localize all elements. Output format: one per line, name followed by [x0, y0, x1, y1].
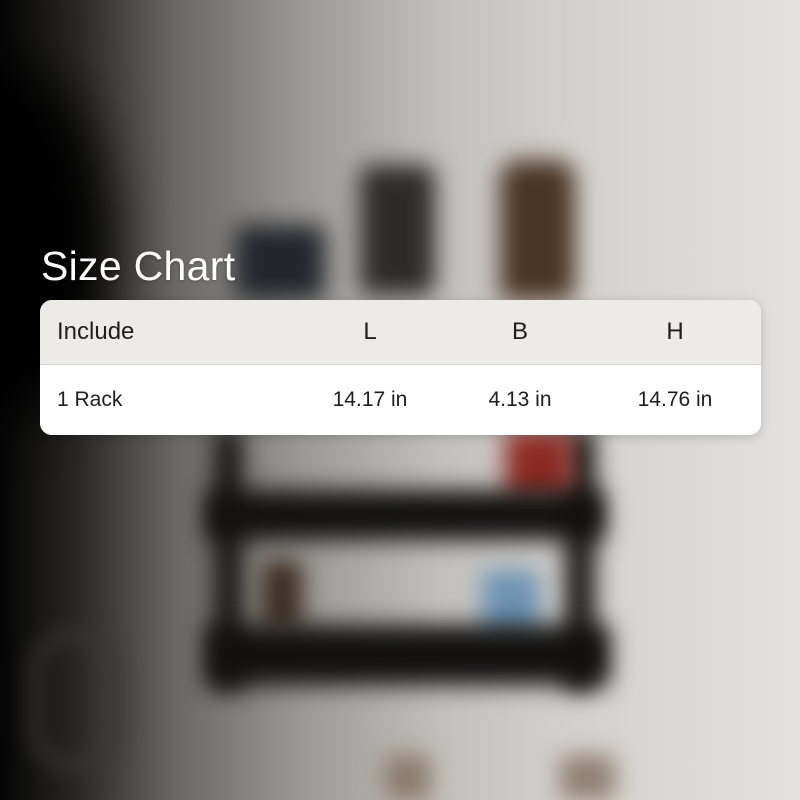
- header-breadth: B: [511, 318, 528, 345]
- table-row: 1 Rack 14.17 in 4.13 in 14.76 in: [40, 365, 761, 435]
- blurred-small-bottle: [262, 560, 302, 630]
- header-height: H: [666, 318, 684, 345]
- blurred-bottle: [500, 160, 575, 300]
- cell-height: 14.76 in: [637, 388, 713, 411]
- header-include: Include: [57, 318, 135, 345]
- blurred-thermos: [360, 165, 435, 295]
- upper-shelf: [205, 490, 605, 540]
- blurred-faucet-left: [385, 755, 430, 800]
- table-header-row: Include L B H: [40, 300, 761, 365]
- blurred-cup: [235, 225, 325, 300]
- blurred-faucet-right: [560, 755, 615, 800]
- cell-breadth: 4.13 in: [488, 388, 552, 411]
- header-length: L: [363, 318, 377, 345]
- cell-include: 1 Rack: [57, 388, 123, 411]
- size-chart-title: Size Chart: [41, 243, 236, 289]
- lower-shelf: [205, 625, 610, 685]
- cell-length: 14.17 in: [332, 388, 408, 411]
- size-table: Include L B H 1 Rack 14.17 in 4.13 in 14…: [40, 300, 761, 435]
- blurred-hook: [30, 630, 120, 770]
